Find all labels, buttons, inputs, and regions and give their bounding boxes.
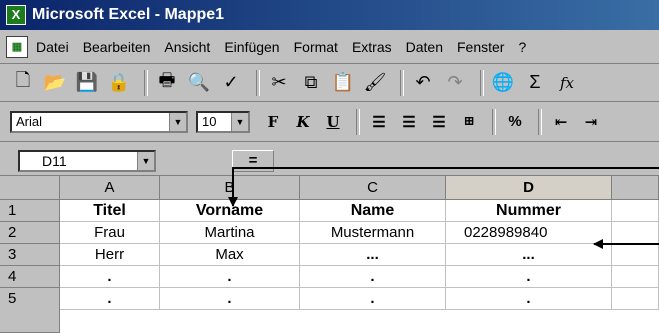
toolbar-separator — [356, 108, 360, 135]
open-icon[interactable]: 📂 — [42, 70, 68, 96]
column-header-e[interactable] — [612, 176, 659, 200]
workbook-icon[interactable]: ▦ — [6, 35, 28, 58]
cut-icon[interactable]: ✂ — [266, 70, 292, 96]
cell-e1[interactable] — [612, 200, 659, 222]
bold-button[interactable]: F — [260, 109, 286, 135]
menu-einfuegen[interactable]: Einfügen — [224, 39, 279, 55]
toolbar-separator — [492, 108, 496, 135]
menu-fenster[interactable]: Fenster — [457, 39, 504, 55]
cell-a2[interactable]: Frau — [60, 222, 160, 244]
menu-ansicht[interactable]: Ansicht — [164, 39, 210, 55]
align-center-icon[interactable]: ☰ — [396, 109, 422, 135]
print-icon[interactable]: 🖶 — [154, 70, 180, 96]
function-icon[interactable]: fx — [554, 70, 580, 96]
cell-b3[interactable]: Max — [160, 244, 300, 266]
select-all-corner[interactable] — [0, 176, 60, 200]
autosum-icon[interactable]: Σ — [522, 70, 548, 96]
excel-app-icon[interactable]: X — [6, 5, 26, 25]
increase-indent-icon[interactable]: ⇥ — [578, 109, 604, 135]
cell-d5[interactable]: . — [446, 288, 612, 310]
menu-format[interactable]: Format — [294, 39, 338, 55]
cell-a1[interactable]: Titel — [60, 200, 160, 222]
cell-b4[interactable]: . — [160, 266, 300, 288]
cell-a3[interactable]: Herr — [60, 244, 160, 266]
cell-d2[interactable]: 0228989840 — [446, 222, 612, 244]
cell-a5[interactable]: . — [60, 288, 160, 310]
edit-formula-button[interactable]: = — [232, 150, 274, 172]
toolbar-separator — [400, 69, 404, 96]
menu-daten[interactable]: Daten — [406, 39, 443, 55]
chevron-down-icon[interactable]: ▼ — [231, 112, 248, 131]
cell-c2[interactable]: Mustermann — [300, 222, 446, 244]
permission-icon[interactable]: 🔒 — [106, 70, 132, 96]
italic-button[interactable]: K — [290, 109, 316, 135]
align-right-icon[interactable]: ☰ — [426, 109, 452, 135]
font-select[interactable]: Arial ▼ — [10, 110, 188, 133]
cell-e2[interactable] — [612, 222, 659, 244]
underline-button[interactable]: U — [320, 109, 346, 135]
cell-e3[interactable] — [612, 244, 659, 266]
menu-datei[interactable]: Datei — [36, 39, 69, 55]
percent-button[interactable]: % — [502, 109, 528, 135]
font-size-value: 10 — [202, 114, 217, 129]
save-icon[interactable]: 💾 — [74, 70, 100, 96]
row-header-4[interactable]: 4 — [0, 266, 60, 288]
cell-b5[interactable]: . — [160, 288, 300, 310]
cell-c1[interactable]: Name — [300, 200, 446, 222]
font-value: Arial — [16, 114, 43, 129]
undo-icon[interactable]: ↶ — [410, 70, 436, 96]
window-title: Microsoft Excel - Mappe1 — [32, 6, 225, 23]
row-header-2[interactable]: 2 — [0, 222, 60, 244]
copy-icon[interactable]: ⧉ — [298, 70, 324, 96]
menu-bar: ▦ Datei Bearbeiten Ansicht Einfügen Form… — [0, 30, 659, 64]
chevron-down-icon[interactable]: ▼ — [169, 112, 186, 131]
name-box[interactable]: D11 ▼ — [18, 150, 156, 172]
row-header-3[interactable]: 3 — [0, 244, 60, 266]
toolbar-separator — [480, 69, 484, 96]
decrease-indent-icon[interactable]: ⇤ — [548, 109, 574, 135]
cell-e5[interactable] — [612, 288, 659, 310]
title-bar: X Microsoft Excel - Mappe1 — [0, 0, 659, 30]
row-header-5[interactable]: 5 — [0, 288, 60, 333]
toolbar-separator — [538, 108, 542, 135]
paste-icon[interactable]: 📋 — [330, 70, 356, 96]
cell-b1[interactable]: Vorname — [160, 200, 300, 222]
cell-c4[interactable]: . — [300, 266, 446, 288]
standard-toolbar: 🗋 📂 💾 🔒 🖶 🔍 ✓ ✂ ⧉ 📋 🖌 ↶ ↷ 🌐 Σ fx — [0, 64, 659, 102]
row-header-1[interactable]: 1 — [0, 200, 60, 222]
format-painter-icon[interactable]: 🖌 — [362, 70, 388, 96]
formula-bar: D11 ▼ = — [0, 142, 659, 176]
menu-bearbeiten[interactable]: Bearbeiten — [83, 39, 151, 55]
formatting-toolbar: Arial ▼ 10 ▼ F K U ☰ ☰ ☰ ⊞ % ⇤ ⇥ — [0, 102, 659, 142]
cell-d4[interactable]: . — [446, 266, 612, 288]
toolbar-separator — [256, 69, 260, 96]
redo-icon[interactable]: ↷ — [442, 70, 468, 96]
cell-a4[interactable]: . — [60, 266, 160, 288]
column-header-a[interactable]: A — [60, 176, 160, 200]
menu-help[interactable]: ? — [518, 39, 526, 55]
worksheet-grid: A B C D 1 2 3 4 5 Titel Vorname Name Num… — [0, 176, 659, 333]
cell-c3[interactable]: ... — [300, 244, 446, 266]
print-preview-icon[interactable]: 🔍 — [186, 70, 212, 96]
merge-center-icon[interactable]: ⊞ — [456, 109, 482, 135]
cell-b2[interactable]: Martina — [160, 222, 300, 244]
column-header-d[interactable]: D — [446, 176, 612, 200]
cell-d1[interactable]: Nummer — [446, 200, 612, 222]
menu-extras[interactable]: Extras — [352, 39, 392, 55]
column-header-b[interactable]: B — [160, 176, 300, 200]
cell-d3[interactable]: ... — [446, 244, 612, 266]
new-icon[interactable]: 🗋 — [10, 70, 36, 96]
align-left-icon[interactable]: ☰ — [366, 109, 392, 135]
cell-c5[interactable]: . — [300, 288, 446, 310]
name-box-value: D11 — [42, 153, 67, 169]
font-size-select[interactable]: 10 ▼ — [196, 110, 250, 133]
spelling-icon[interactable]: ✓ — [218, 70, 244, 96]
chevron-down-icon[interactable]: ▼ — [137, 152, 154, 170]
column-header-c[interactable]: C — [300, 176, 446, 200]
hyperlink-icon[interactable]: 🌐 — [490, 70, 516, 96]
toolbar-separator — [144, 69, 148, 96]
cell-e4[interactable] — [612, 266, 659, 288]
